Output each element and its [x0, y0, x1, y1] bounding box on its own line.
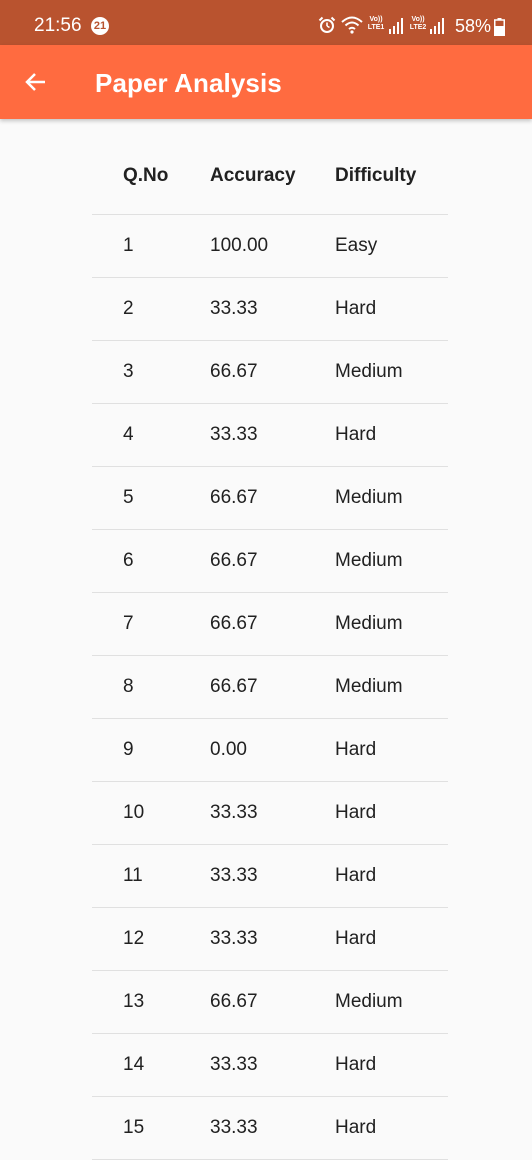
cell-accuracy: 66.67	[210, 550, 258, 571]
cell-qno: 11	[123, 865, 143, 886]
cell-difficulty: Hard	[335, 1054, 377, 1075]
cell-difficulty: Medium	[335, 487, 403, 508]
cell-qno: 5	[123, 487, 134, 508]
status-time: 21:56	[34, 15, 82, 36]
cell-accuracy: 66.67	[210, 487, 258, 508]
cell-qno: 2	[123, 298, 134, 319]
cell-difficulty: Medium	[335, 676, 403, 697]
cell-accuracy: 33.33	[210, 298, 258, 319]
cell-qno: 12	[123, 928, 145, 949]
cell-difficulty: Hard	[335, 865, 377, 886]
header-qno: Q.No	[123, 165, 169, 186]
cell-accuracy: 33.33	[210, 424, 258, 445]
cell-accuracy: 66.67	[210, 991, 258, 1012]
cell-accuracy: 66.67	[210, 676, 258, 697]
table-row: 3 66.67 Medium	[92, 341, 448, 404]
cell-accuracy: 0.00	[210, 739, 247, 760]
cell-qno: 8	[123, 676, 134, 697]
table-row: 8 66.67 Medium	[92, 656, 448, 719]
cell-qno: 9	[123, 739, 134, 760]
table-row: 5 66.67 Medium	[92, 467, 448, 530]
cell-qno: 10	[123, 802, 145, 823]
cell-qno: 13	[123, 991, 145, 1012]
arrow-left-icon	[25, 73, 45, 91]
table-row: 4 33.33 Hard	[92, 404, 448, 467]
cell-qno: 14	[123, 1054, 145, 1075]
lte1-label: Vo)) LTE1	[367, 16, 385, 31]
table-row: 2 33.33 Hard	[92, 278, 448, 341]
app-bar: Paper Analysis	[0, 45, 532, 119]
cell-accuracy: 33.33	[210, 802, 258, 823]
cell-qno: 15	[123, 1117, 145, 1138]
page-title: Paper Analysis	[95, 68, 282, 98]
table-body: 1 100.00 Easy 2 33.33 Hard 3 66.67 Medium 4 33.33 H…	[92, 215, 448, 1160]
table-row: 7 66.67 Medium	[92, 593, 448, 656]
alarm-icon	[318, 16, 336, 34]
cell-accuracy: 33.33	[210, 865, 258, 886]
cell-difficulty: Hard	[335, 739, 377, 760]
header-accuracy: Accuracy	[210, 165, 296, 186]
table-row: 1 100.00 Easy	[92, 215, 448, 278]
table-row: 9 0.00 Hard	[92, 719, 448, 782]
battery-percentage: 58%	[455, 16, 492, 36]
status-bar: 21:56 21 Vo)) LTE1 Vo)) LTE2 58%	[0, 0, 532, 45]
cell-difficulty: Medium	[335, 613, 403, 634]
cell-difficulty: Medium	[335, 550, 403, 571]
cell-difficulty: Medium	[335, 991, 403, 1012]
cell-difficulty: Hard	[335, 298, 377, 319]
cell-accuracy: 33.33	[210, 1117, 258, 1138]
cell-qno: 1	[123, 235, 134, 256]
table-row: 12 33.33 Hard	[92, 908, 448, 971]
cell-difficulty: Hard	[335, 1117, 377, 1138]
cell-accuracy: 66.67	[210, 361, 258, 382]
cell-difficulty: Hard	[335, 802, 377, 823]
table-row: 15 33.33 Hard	[92, 1097, 448, 1160]
table-row: 13 66.67 Medium	[92, 971, 448, 1034]
table-row: 10 33.33 Hard	[92, 782, 448, 845]
back-button[interactable]	[14, 60, 58, 104]
cell-difficulty: Hard	[335, 424, 377, 445]
table-row: 6 66.67 Medium	[92, 530, 448, 593]
cell-difficulty: Medium	[335, 361, 403, 382]
cell-accuracy: 66.67	[210, 613, 258, 634]
cell-difficulty: Easy	[335, 235, 378, 256]
table-row: 14 33.33 Hard	[92, 1034, 448, 1097]
table-header-row: Q.No Accuracy Difficulty	[92, 138, 448, 215]
lte2-label: Vo)) LTE2	[409, 16, 427, 31]
cell-accuracy: 100.00	[210, 235, 269, 256]
question-analysis-table: Q.No Accuracy Difficulty 1 100.00 Easy 2 33.…	[92, 138, 448, 1160]
notification-count-badge: 21	[91, 17, 109, 35]
cell-accuracy: 33.33	[210, 928, 258, 949]
cell-qno: 4	[123, 424, 134, 445]
wifi-icon	[340, 14, 364, 36]
cell-qno: 6	[123, 550, 134, 571]
cell-qno: 3	[123, 361, 134, 382]
battery-icon	[494, 18, 505, 36]
table-row: 11 33.33 Hard	[92, 845, 448, 908]
header-difficulty: Difficulty	[335, 165, 417, 186]
signal-strength-icon	[430, 18, 444, 34]
signal-strength-icon	[389, 18, 403, 34]
cell-accuracy: 33.33	[210, 1054, 258, 1075]
cell-difficulty: Hard	[335, 928, 377, 949]
cell-qno: 7	[123, 613, 134, 634]
